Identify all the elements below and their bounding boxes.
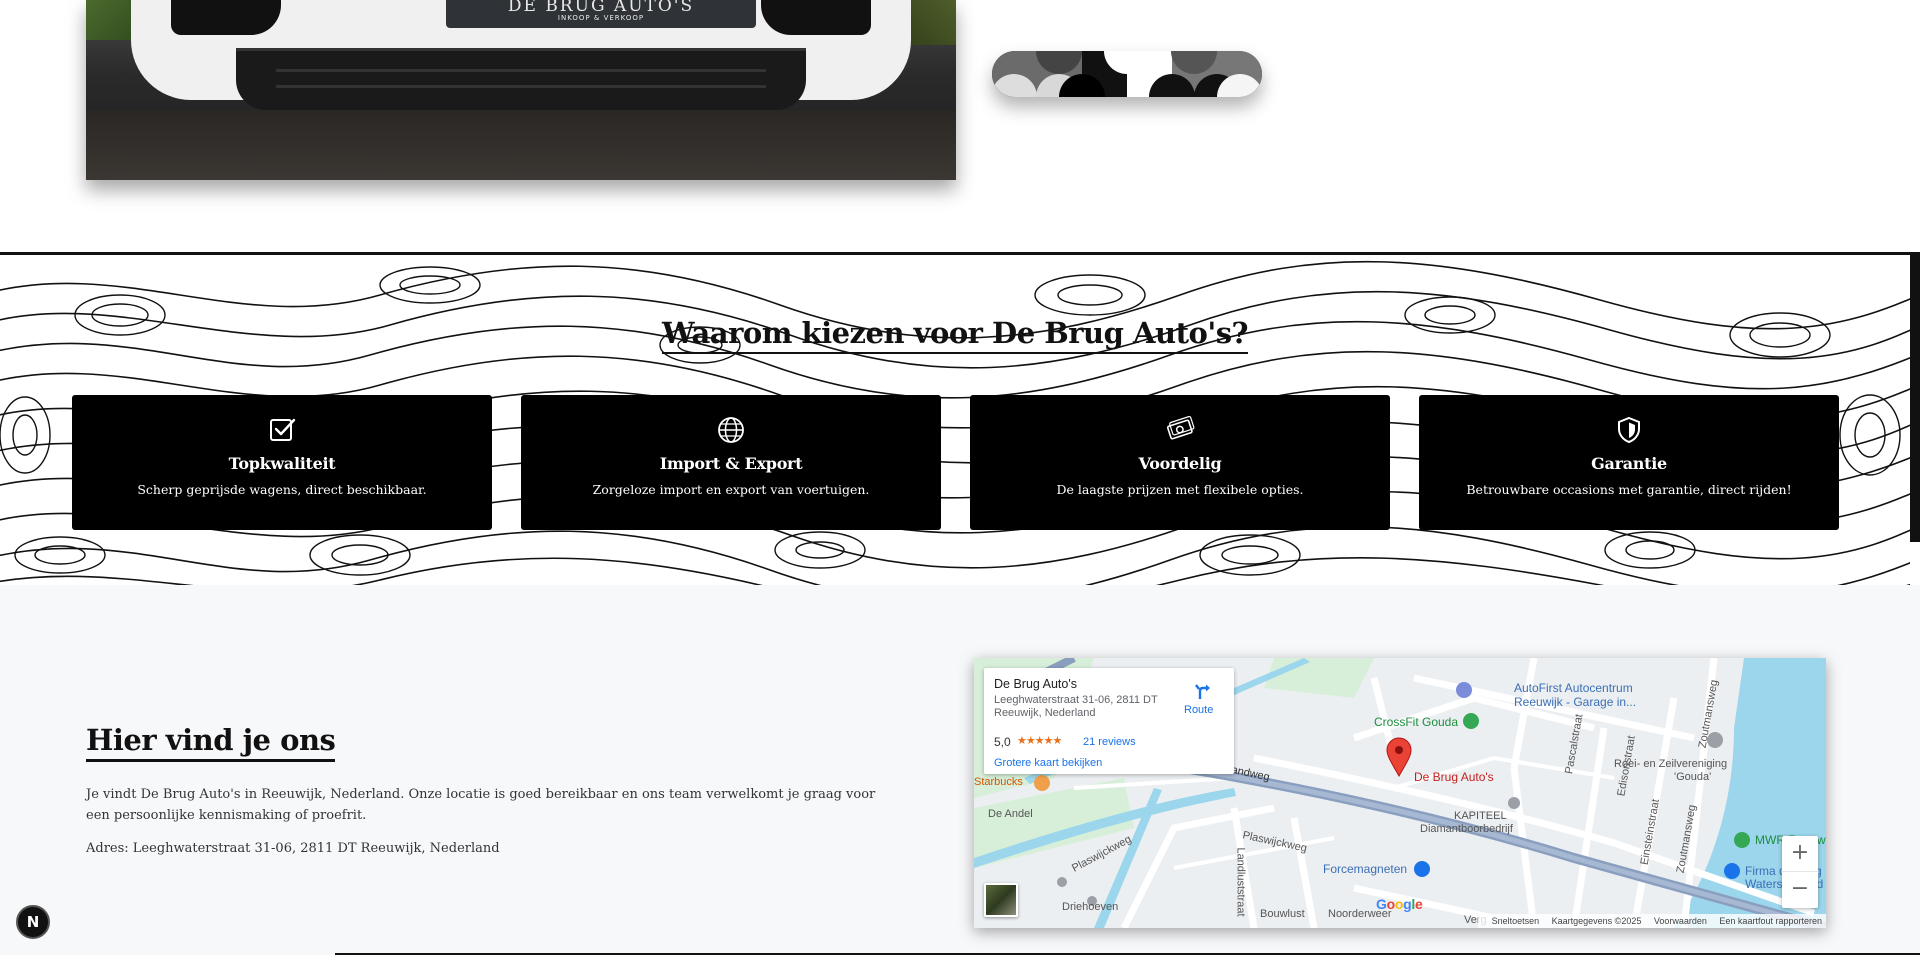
- directions-icon[interactable]: [1193, 681, 1213, 701]
- zoom-in-button[interactable]: +: [1782, 836, 1818, 872]
- feature-card-text: Scherp geprijsde wagens, direct beschikb…: [137, 482, 427, 497]
- info-rating: 5,0: [994, 735, 1011, 749]
- keyboard-shortcuts-link[interactable]: Sneltoetsen: [1492, 916, 1540, 926]
- map-label-de-andel: De Andel: [988, 808, 1033, 820]
- map-label-driehoeven: Driehoeven: [1062, 901, 1119, 913]
- photo-road: [86, 110, 956, 180]
- license-plate: DE BRUG AUTO'S INKOOP & VERKOOP: [446, 0, 756, 28]
- location-heading: Hier vind je ons: [86, 723, 336, 762]
- location-section: Hier vind je ons Je vindt De Brug Auto's…: [0, 585, 1920, 955]
- feature-card-title: Topkwaliteit: [228, 454, 336, 473]
- star-rating-icon: ★★★★★: [1017, 735, 1062, 747]
- map-label-landluststraat: Landluststraat: [1234, 847, 1247, 917]
- globe-icon: [718, 417, 744, 443]
- location-description: Je vindt De Brug Auto's in Reeuwijk, Ned…: [86, 787, 876, 823]
- feature-card-quality: Topkwaliteit Scherp geprijsde wagens, di…: [72, 395, 492, 530]
- feature-card-title: Voordelig: [1138, 454, 1222, 473]
- map-label-debrug[interactable]: De Brug Auto's: [1414, 770, 1494, 784]
- car-bumper-trim-right: [761, 0, 871, 35]
- decorative-pattern-pill: [992, 51, 1262, 97]
- map-label-roei-sub[interactable]: 'Gouda': [1674, 771, 1711, 783]
- feature-card-title: Garantie: [1591, 454, 1667, 473]
- satellite-toggle-button[interactable]: [984, 883, 1018, 917]
- info-reviews-link[interactable]: 21 reviews: [1083, 736, 1136, 748]
- map-label-bouwlust: Bouwlust: [1260, 908, 1305, 920]
- map-label-starbucks[interactable]: Starbucks: [974, 776, 1023, 788]
- pattern-graphic: [992, 51, 1262, 97]
- feature-card-text: De laagste prijzen met flexibele opties.: [1056, 482, 1304, 497]
- report-map-error-link[interactable]: Een kaartfout rapporteren: [1719, 916, 1822, 926]
- map-label-autofirst[interactable]: AutoFirst Autocentrum: [1514, 681, 1633, 695]
- bigger-map-link[interactable]: Grotere kaart bekijken: [994, 757, 1102, 769]
- shield-icon: [1618, 416, 1640, 444]
- features-heading: Waarom kiezen voor De Brug Auto's?: [0, 316, 1910, 354]
- money-icon: [1166, 415, 1195, 440]
- info-address: Leeghwaterstraat 31-06, 2811 DT Reeuwijk…: [994, 694, 1158, 719]
- route-link[interactable]: Route: [1184, 704, 1213, 716]
- map-data-attribution: Kaartgegevens ©2025: [1551, 916, 1642, 926]
- page: DE BRUG AUTO'S INKOOP & VERKOOP Waarom k…: [0, 0, 1920, 955]
- map-zoom-controls: + −: [1782, 836, 1818, 908]
- info-business-name: De Brug Auto's: [994, 677, 1077, 691]
- map-label-crossfit[interactable]: CrossFit Gouda: [1374, 715, 1458, 729]
- checkbox-icon: [270, 418, 296, 441]
- google-map[interactable]: AutoFirst Autocentrum Reeuwijk - Garage …: [974, 658, 1826, 928]
- map-label-forcemagneten[interactable]: Forcemagneten: [1323, 862, 1407, 876]
- map-label-kapiteel[interactable]: KAPITEEL: [1454, 810, 1507, 822]
- map-info-card: De Brug Auto's Leeghwaterstraat 31-06, 2…: [984, 668, 1234, 774]
- map-label-autofirst-sub[interactable]: Reeuwijk - Garage in...: [1514, 695, 1636, 709]
- zoom-out-button[interactable]: −: [1782, 872, 1818, 908]
- map-footer: Sneltoetsen Kaartgegevens ©2025 Voorwaar…: [1477, 914, 1826, 928]
- feature-card-value: Voordelig De laagste prijzen met flexibe…: [970, 395, 1390, 530]
- car-bumper-trim-left: [171, 0, 281, 35]
- feature-card-title: Import & Export: [659, 454, 803, 473]
- hero-car-photo: DE BRUG AUTO'S INKOOP & VERKOOP: [86, 0, 956, 180]
- feature-card-import-export: Import & Export Zorgeloze import en expo…: [521, 395, 941, 530]
- features-heading-text: Waarom kiezen voor De Brug Auto's?: [661, 316, 1249, 354]
- terms-link[interactable]: Voorwaarden: [1654, 916, 1707, 926]
- location-address: Adres: Leeghwaterstraat 31-06, 2811 DT R…: [86, 841, 500, 856]
- feature-card-warranty: Garantie Betrouwbare occasions met garan…: [1419, 395, 1839, 530]
- feature-card-text: Betrouwbare occasions met garantie, dire…: [1466, 482, 1792, 497]
- map-label-kapiteel-sub[interactable]: Diamantboorbedrijf: [1420, 823, 1513, 835]
- feature-card-text: Zorgeloze import en export van voertuige…: [592, 482, 870, 497]
- plate-sub-text: INKOOP & VERKOOP: [557, 14, 645, 22]
- feature-cards: Topkwaliteit Scherp geprijsde wagens, di…: [72, 395, 1840, 530]
- next-dev-indicator-button[interactable]: N: [16, 905, 50, 939]
- plate-brand-text: DE BRUG AUTO'S: [507, 0, 695, 16]
- google-logo: Google: [1376, 896, 1423, 912]
- scroll-edge: [1910, 252, 1920, 542]
- car-grille: [236, 48, 806, 110]
- features-section: Waarom kiezen voor De Brug Auto's? Topkw…: [0, 252, 1910, 585]
